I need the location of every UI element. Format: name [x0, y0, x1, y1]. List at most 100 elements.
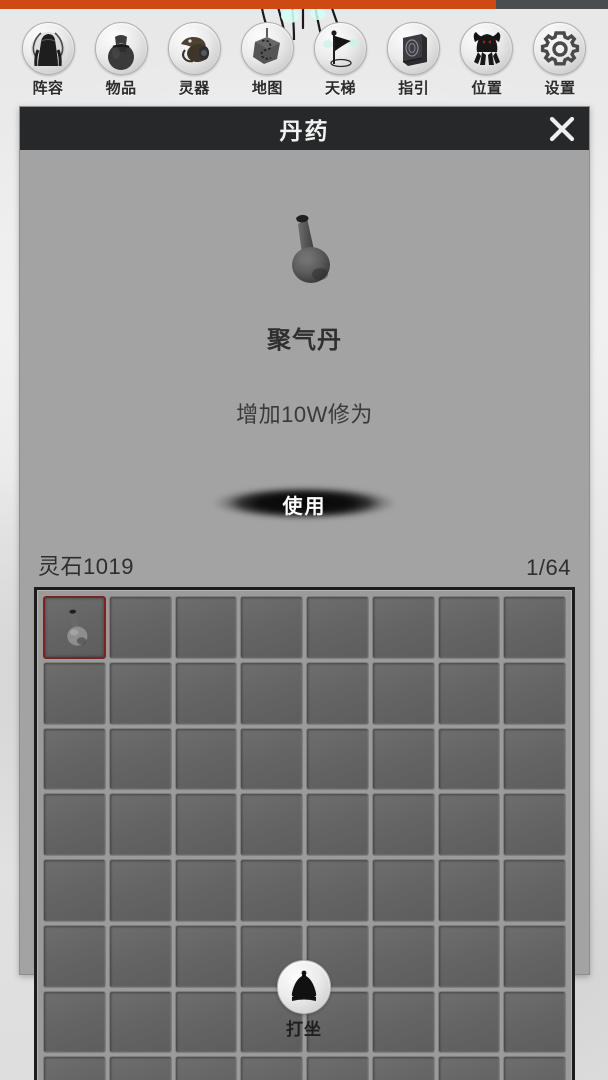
- toolbar-item-label: 设置: [544, 80, 576, 97]
- inventory-slot[interactable]: [108, 1056, 172, 1080]
- inventory-slot[interactable]: [306, 661, 369, 725]
- inventory-slot[interactable]: [371, 727, 435, 791]
- meditate-bell-icon: [291, 970, 317, 1001]
- toolbar-item-position[interactable]: 位置: [457, 22, 517, 98]
- toolbar-item-formation[interactable]: 阵容: [18, 22, 78, 98]
- inventory-slot[interactable]: [371, 859, 435, 922]
- inventory-slot[interactable]: [174, 727, 238, 791]
- toolbar-item-label: 灵器: [178, 80, 210, 97]
- gear-icon: [540, 30, 580, 65]
- item-description: 增加10W修为: [236, 402, 373, 427]
- book-icon: [402, 33, 427, 66]
- inventory-slot[interactable]: [437, 1056, 501, 1080]
- top-toolbar: 阵容 物品 灵器 地图 天梯 指引 位置 设置: [0, 9, 608, 101]
- inventory-slot[interactable]: [371, 661, 435, 725]
- toolbar-icon-wrap: [387, 22, 441, 75]
- toolbar-item-label: 位置: [471, 80, 503, 97]
- toolbar-icon-wrap: [460, 22, 514, 75]
- inventory-slot[interactable]: [503, 596, 566, 659]
- inventory-slot[interactable]: [306, 793, 369, 856]
- dialog-header: 丹药: [20, 107, 589, 150]
- demon-icon: [473, 31, 501, 65]
- inventory-slot[interactable]: [43, 661, 106, 725]
- robed-figure-icon: [31, 31, 65, 66]
- item-preview: [34, 198, 575, 298]
- spirit-stone-count: 灵石1019: [38, 554, 134, 579]
- inventory-slot[interactable]: [306, 859, 369, 922]
- inventory-slot[interactable]: [240, 793, 303, 856]
- toolbar-icon-wrap: [94, 22, 148, 75]
- inventory-slot[interactable]: [503, 1056, 566, 1080]
- inventory-slot[interactable]: [437, 596, 501, 659]
- toolbar-icon-wrap: [533, 22, 587, 75]
- status-bar-right: [496, 0, 608, 9]
- inventory-slot[interactable]: [437, 727, 501, 791]
- toolbar-item-map[interactable]: 地图: [237, 22, 297, 98]
- inventory-slot[interactable]: [43, 596, 106, 659]
- toolbar-icon-wrap: [240, 22, 294, 75]
- meditate-button[interactable]: [277, 960, 331, 1014]
- flag-icon: [322, 29, 359, 67]
- close-icon: [549, 116, 575, 141]
- pouch-icon: [108, 34, 135, 70]
- inventory-slot[interactable]: [174, 596, 238, 659]
- inventory-slot[interactable]: [503, 661, 566, 725]
- toolbar-item-settings[interactable]: 设置: [530, 22, 590, 98]
- toolbar-icon-wrap: [167, 22, 221, 75]
- inventory-slot[interactable]: [503, 727, 566, 791]
- inventory-slot[interactable]: [240, 1056, 303, 1080]
- inventory-slot[interactable]: [371, 793, 435, 856]
- inventory-slot[interactable]: [437, 859, 501, 922]
- close-button[interactable]: [543, 110, 581, 148]
- toolbar-item-guide[interactable]: 指引: [384, 22, 444, 98]
- toolbar-item-ladder[interactable]: 天梯: [311, 22, 371, 98]
- toolbar-item-label: 地图: [251, 80, 283, 97]
- slot-count: 1/64: [526, 555, 571, 580]
- inventory-slot[interactable]: [174, 1056, 238, 1080]
- dialog-body: 聚气丹 增加10W修为 使用 灵石1019 1/64: [20, 150, 589, 1080]
- dialog-title: 丹药: [279, 117, 330, 144]
- map-scroll-icon: [253, 27, 281, 64]
- toolbar-item-label: 指引: [398, 80, 430, 97]
- inventory-slot[interactable]: [437, 661, 501, 725]
- use-button[interactable]: 使用: [212, 481, 397, 527]
- inventory-slot[interactable]: [371, 596, 435, 659]
- artifact-gourd-icon: [181, 36, 210, 62]
- game-screen: 阵容 物品 灵器 地图 天梯 指引 位置 设置 丹药 聚气丹 增加10W修为 使…: [0, 0, 608, 1080]
- inventory-slot[interactable]: [108, 793, 172, 856]
- toolbar-item-artifact[interactable]: 灵器: [164, 22, 224, 98]
- inventory-slot[interactable]: [108, 661, 172, 725]
- inventory-slot[interactable]: [108, 596, 172, 659]
- inventory-slot[interactable]: [108, 859, 172, 922]
- inventory-slot[interactable]: [240, 727, 303, 791]
- toolbar-icon-wrap: [21, 22, 75, 75]
- toolbar-item-label: 阵容: [32, 80, 64, 97]
- inventory-slot[interactable]: [174, 793, 238, 856]
- inventory-slot[interactable]: [503, 793, 566, 856]
- inventory-slot[interactable]: [503, 859, 566, 922]
- inventory-slot[interactable]: [174, 661, 238, 725]
- toolbar-item-items[interactable]: 物品: [91, 22, 151, 98]
- stats-row: 灵石1019 1/64: [34, 549, 575, 585]
- inventory-slot[interactable]: [43, 1056, 106, 1080]
- pills-dialog: 丹药 聚气丹 增加10W修为 使用 灵石1019 1/64: [19, 106, 590, 1080]
- toolbar-item-label: 天梯: [325, 80, 357, 97]
- toolbar-icon-wrap: [314, 22, 368, 75]
- toolbar-item-label: 物品: [105, 80, 137, 97]
- inventory-slot[interactable]: [306, 727, 369, 791]
- inventory-slot[interactable]: [43, 793, 106, 856]
- inventory-slot[interactable]: [437, 793, 501, 856]
- inventory-slot[interactable]: [306, 596, 369, 659]
- use-button-row: 使用: [34, 481, 575, 531]
- inventory-slot[interactable]: [174, 859, 238, 922]
- inventory-slot[interactable]: [43, 859, 106, 922]
- inventory-slot[interactable]: [108, 727, 172, 791]
- inventory-slot[interactable]: [240, 859, 303, 922]
- inventory-slot[interactable]: [306, 1056, 369, 1080]
- inventory-slot[interactable]: [240, 661, 303, 725]
- inventory-slot[interactable]: [371, 1056, 435, 1080]
- inventory-slot[interactable]: [240, 596, 303, 659]
- gourd-flask-icon: [67, 609, 88, 646]
- inventory-slot[interactable]: [43, 727, 106, 791]
- bottom-action-bar: 打坐: [0, 960, 608, 1040]
